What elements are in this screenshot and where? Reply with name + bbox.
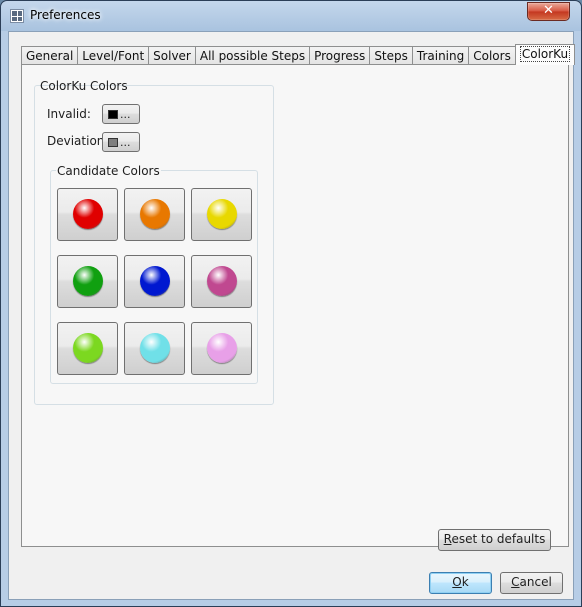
tab-label: All possible Steps	[199, 49, 306, 63]
deviation-color-ellipsis: ...	[120, 135, 131, 149]
candidate-color-button-red[interactable]	[57, 188, 118, 241]
reset-label: eset to defaults	[451, 532, 546, 546]
tab-level-font[interactable]: Level/Font	[77, 46, 150, 65]
close-button[interactable]: ✕	[527, 2, 570, 21]
blue-orb-icon	[140, 266, 170, 296]
candidate-color-button-magenta[interactable]	[191, 255, 252, 308]
colorku-tab-panel: ColorKu Colors Invalid: ... Deviation: .…	[21, 64, 569, 547]
candidate-color-button-light-green[interactable]	[57, 322, 118, 375]
tab-label: ColorKu	[519, 46, 571, 62]
title-bar[interactable]: Preferences ✕	[1, 1, 581, 31]
invalid-label: Invalid:	[47, 107, 91, 121]
tab-all-possible-steps[interactable]: All possible Steps	[194, 46, 311, 65]
tab-bar: General Level/Font Solver All possible Step…	[21, 44, 576, 65]
tab-colors[interactable]: Colors	[468, 46, 516, 65]
invalid-color-button[interactable]: ...	[102, 104, 140, 124]
tab-colorku[interactable]: ColorKu	[514, 44, 576, 65]
tab-progress[interactable]: Progress	[309, 46, 371, 65]
light-green-orb-icon	[73, 333, 103, 363]
tab-label: Solver	[153, 49, 191, 63]
ok-mnemonic: O	[452, 575, 462, 589]
yellow-orb-icon	[207, 199, 237, 229]
tab-training[interactable]: Training	[411, 46, 470, 65]
candidate-color-button-orange[interactable]	[124, 188, 185, 241]
ok-label: k	[461, 575, 469, 589]
tab-label: Training	[416, 49, 465, 63]
invalid-color-swatch	[108, 109, 118, 119]
red-orb-icon	[73, 199, 103, 229]
candidate-color-button-green[interactable]	[57, 255, 118, 308]
app-icon	[10, 9, 24, 23]
deviation-label: Deviation:	[47, 134, 109, 148]
green-orb-icon	[73, 266, 103, 296]
pink-orb-icon	[207, 333, 237, 363]
tab-label: Level/Font	[82, 49, 145, 63]
candidate-color-button-yellow[interactable]	[191, 188, 252, 241]
cyan-orb-icon	[140, 333, 170, 363]
deviation-color-button[interactable]: ...	[102, 132, 140, 152]
reset-to-defaults-button[interactable]: Reset to defaults	[438, 529, 551, 551]
invalid-color-ellipsis: ...	[120, 107, 131, 121]
window-title: Preferences	[30, 8, 101, 22]
candidate-color-button-cyan[interactable]	[124, 322, 185, 375]
cancel-button[interactable]: Cancel	[500, 572, 563, 594]
candidate-color-button-blue[interactable]	[124, 255, 185, 308]
tab-label: Progress	[314, 49, 366, 63]
colorku-colors-title: ColorKu Colors	[40, 79, 128, 93]
candidate-color-button-pink[interactable]	[191, 322, 252, 375]
tab-steps[interactable]: Steps	[369, 46, 413, 65]
tab-label: Steps	[374, 49, 408, 63]
tab-solver[interactable]: Solver	[148, 46, 196, 65]
magenta-orb-icon	[207, 266, 237, 296]
candidate-colors-title: Candidate Colors	[56, 164, 161, 178]
dialog-client-area: General Level/Font Solver All possible Step…	[8, 31, 576, 600]
cancel-label: ancel	[519, 575, 552, 589]
deviation-color-swatch	[108, 137, 118, 147]
tab-label: General	[26, 49, 74, 63]
orange-orb-icon	[140, 199, 170, 229]
ok-button[interactable]: Ok	[429, 572, 492, 594]
tab-label: Colors	[473, 49, 511, 63]
tab-general[interactable]: General	[21, 46, 79, 65]
preferences-window: Preferences ✕ General Level/Font Solver All…	[0, 0, 582, 607]
cancel-mnemonic: C	[511, 575, 520, 589]
